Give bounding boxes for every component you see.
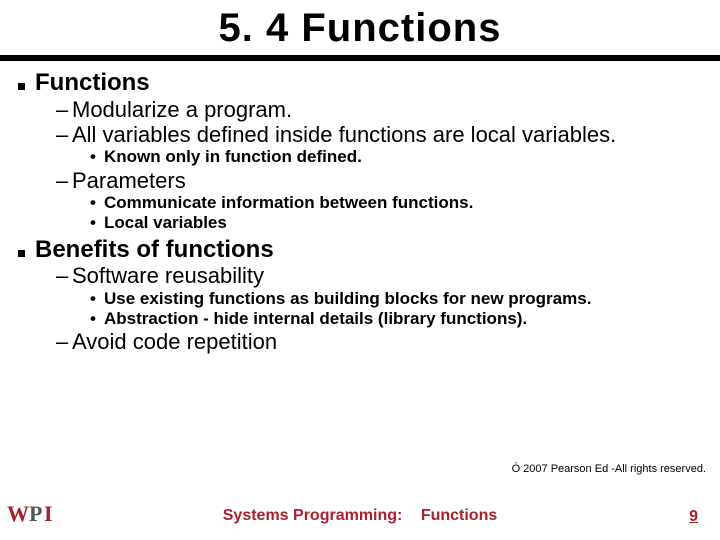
dash-text: Parameters	[72, 168, 186, 193]
dot-icon: •	[90, 213, 104, 233]
dot-item: • Local variables	[90, 213, 702, 233]
dash-icon: –	[56, 263, 72, 288]
square-bullet-icon	[18, 83, 25, 90]
footer-right-label: Functions	[421, 507, 497, 524]
dash-icon: –	[56, 329, 72, 354]
dot-icon: •	[90, 309, 104, 329]
dash-text: Modularize a program.	[72, 97, 292, 122]
dash-item: – Parameters	[56, 168, 702, 193]
slide-footer: W P I Systems Programming: Functions 9	[0, 492, 720, 540]
square-bullet-icon	[18, 250, 25, 257]
copyright-notice: Ó 2007 Pearson Ed -All rights reserved.	[510, 462, 708, 476]
dash-icon: –	[56, 97, 72, 122]
bullet-benefits: Benefits of functions	[18, 236, 702, 264]
dot-text: Known only in function defined.	[104, 147, 362, 167]
dot-item: • Communicate information between functi…	[90, 193, 702, 213]
dot-item: • Abstraction - hide internal details (l…	[90, 309, 702, 329]
dash-item: – All variables defined inside functions…	[56, 122, 702, 147]
dash-text: Avoid code repetition	[72, 329, 277, 354]
dash-text: All variables defined inside functions a…	[72, 122, 616, 147]
dot-item: • Known only in function defined.	[90, 147, 702, 167]
dash-item: – Modularize a program.	[56, 97, 702, 122]
dash-text: Software reusability	[72, 263, 264, 288]
dot-icon: •	[90, 289, 104, 309]
slide-title: 5. 4 Functions	[0, 6, 720, 51]
dash-icon: –	[56, 122, 72, 147]
bullet-functions: Functions	[18, 69, 702, 97]
dot-text: Communicate information between function…	[104, 193, 473, 213]
dash-icon: –	[56, 168, 72, 193]
slide-body: Functions – Modularize a program. – All …	[0, 61, 720, 355]
dot-icon: •	[90, 193, 104, 213]
dot-item: • Use existing functions as building blo…	[90, 289, 702, 309]
dot-text: Abstraction - hide internal details (lib…	[104, 309, 527, 329]
dot-text: Use existing functions as building block…	[104, 289, 591, 309]
dot-icon: •	[90, 147, 104, 167]
bullet-label: Functions	[35, 69, 150, 97]
dash-item: – Software reusability	[56, 263, 702, 288]
bullet-label: Benefits of functions	[35, 236, 274, 264]
dot-text: Local variables	[104, 213, 227, 233]
page-number: 9	[689, 508, 698, 526]
footer-caption: Systems Programming: Functions	[0, 507, 720, 525]
footer-left-label: Systems Programming:	[223, 507, 403, 524]
slide-title-area: 5. 4 Functions	[0, 0, 720, 61]
dash-item: – Avoid code repetition	[56, 329, 702, 354]
